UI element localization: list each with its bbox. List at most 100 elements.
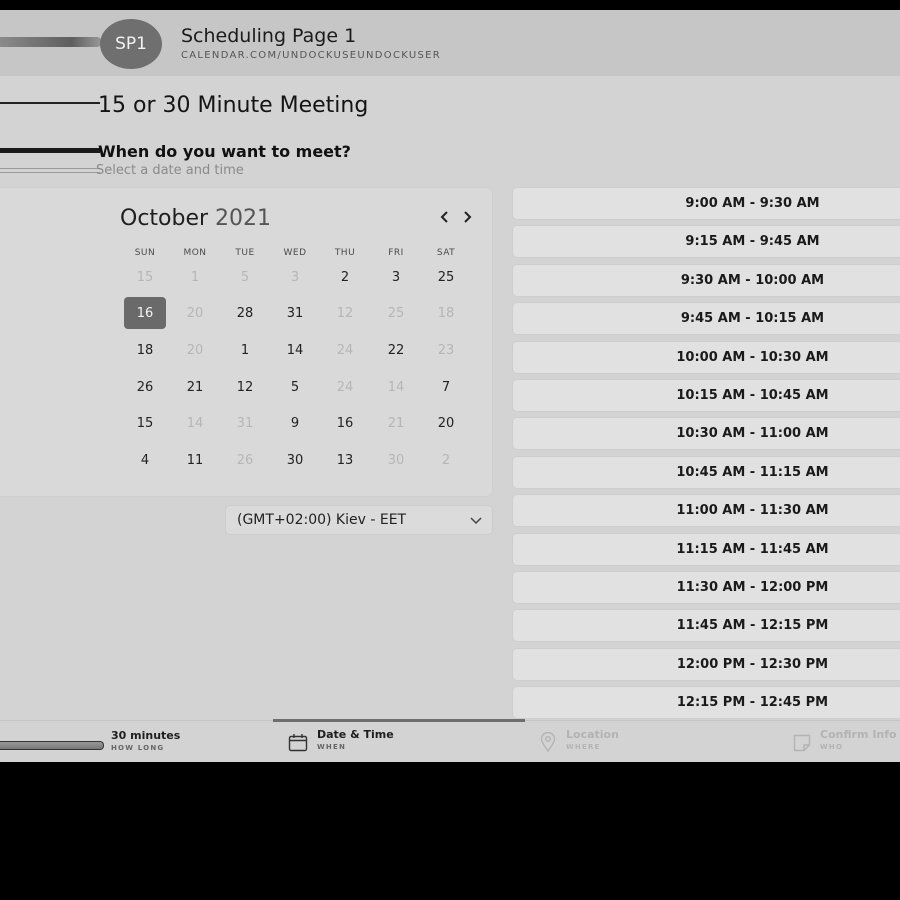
calendar-day: 25 <box>387 305 405 321</box>
time-slot-button[interactable]: 9:00 AM - 9:30 AM <box>513 188 900 219</box>
time-slot-label: 10:15 AM - 10:45 AM <box>676 388 829 403</box>
avatar: SP1 <box>100 19 162 69</box>
calendar-day[interactable]: 3 <box>375 261 417 293</box>
weekday-label: MON <box>183 248 207 258</box>
time-slot-label: 11:30 AM - 12:00 PM <box>676 580 829 595</box>
calendar-day[interactable]: 9 <box>274 407 316 439</box>
chevron-down-icon <box>470 517 482 525</box>
calendar-day[interactable]: 30 <box>274 444 316 476</box>
calendar-day[interactable]: 4 <box>124 444 166 476</box>
calendar-day[interactable]: 18 <box>124 334 166 366</box>
step-hint: Select a date and time <box>96 163 244 178</box>
time-slot-label: 10:00 AM - 10:30 AM <box>676 349 829 365</box>
step-duration[interactable]: 30 minutes HOW LONG <box>111 729 180 752</box>
hint-divider-1 <box>0 168 100 169</box>
calendar-day: 3 <box>290 269 300 285</box>
time-slot-button[interactable]: 10:15 AM - 10:45 AM <box>513 380 900 411</box>
scheduling-screen: SP1 Scheduling Page 1 CALENDAR.COM/UNDOC… <box>0 10 900 762</box>
selected-day[interactable]: 16 <box>124 297 166 329</box>
calendar-day: 23 <box>437 342 455 358</box>
calendar-day: 14 <box>387 379 405 395</box>
time-slot-label: 11:15 AM - 11:45 AM <box>676 541 829 557</box>
calendar-day[interactable]: 25 <box>425 261 467 293</box>
time-slot-label: 10:45 AM - 11:15 AM <box>676 464 829 480</box>
time-slot-label: 12:00 PM - 12:30 PM <box>676 656 829 672</box>
time-slot-button[interactable]: 11:45 AM - 12:15 PM <box>513 610 900 642</box>
calendar-day[interactable]: 16 <box>324 407 366 439</box>
calendar-day[interactable]: 15 <box>124 407 166 439</box>
calendar-day: 14 <box>186 415 204 431</box>
calendar-day[interactable]: 7 <box>425 371 467 403</box>
time-slot-button[interactable]: 11:15 AM - 11:45 AM <box>513 533 900 565</box>
time-slot-button[interactable]: 11:00 AM - 11:30 AM <box>513 495 900 527</box>
chevron-left-icon <box>440 211 448 223</box>
month-year-label: October 2021 <box>120 206 271 231</box>
weekday-label: FRI <box>388 248 404 258</box>
calendar-day: 20 <box>186 342 204 358</box>
time-slot-button[interactable]: 11:30 AM - 12:00 PM <box>513 572 900 603</box>
time-slot-label: 9:45 AM - 10:15 AM <box>680 311 825 327</box>
year-label: 2021 <box>215 206 272 231</box>
time-slot-button[interactable]: 10:00 AM - 10:30 AM <box>513 341 900 373</box>
hint-divider-2 <box>0 172 100 173</box>
calendar-day[interactable]: 1 <box>224 334 266 366</box>
calendar-day[interactable]: 28 <box>224 297 266 329</box>
calendar-day: 20 <box>186 305 204 321</box>
calendar-day: 15 <box>136 269 154 285</box>
step-confirm[interactable]: Confirm Info WHO <box>820 728 897 751</box>
time-slot-button[interactable]: 10:45 AM - 11:15 AM <box>513 456 900 488</box>
calendar-icon <box>288 734 308 752</box>
calendar-day[interactable]: 31 <box>274 297 316 329</box>
timezone-value: (GMT+02:00) Kiev - EET <box>237 512 407 528</box>
weekday-label: SAT <box>436 248 456 258</box>
calendar-day: 26 <box>236 452 254 468</box>
time-slot-label: 9:00 AM - 9:30 AM <box>685 196 820 211</box>
calendar-day: 5 <box>240 269 250 285</box>
calendar-day[interactable]: 13 <box>324 444 366 476</box>
prev-month-button[interactable] <box>439 209 451 229</box>
time-slot-button[interactable]: 9:30 AM - 10:00 AM <box>513 264 900 296</box>
timezone-select[interactable]: (GMT+02:00) Kiev - EET <box>226 506 492 534</box>
next-month-button[interactable] <box>461 209 473 229</box>
step-date-time[interactable]: Date & Time WHEN <box>317 728 394 751</box>
calendar-day[interactable]: 26 <box>124 371 166 403</box>
calendar-day: 1 <box>190 269 200 285</box>
calendar-day[interactable]: 21 <box>174 371 216 403</box>
calendar-day[interactable]: 12 <box>224 371 266 403</box>
duration-blur-bar <box>0 741 104 750</box>
time-slot-label: 12:15 PM - 12:45 PM <box>676 695 829 711</box>
calendar-day[interactable]: 22 <box>375 334 417 366</box>
weekday-label: THU <box>334 248 356 258</box>
calendar-day: 2 <box>441 452 451 468</box>
calendar-card: October 2021 SUN MON TUE WED THU FRI SAT 15 1 5 3… <box>0 188 492 496</box>
weekday-label: SUN <box>134 248 156 258</box>
step-question: When do you want to meet? <box>98 142 351 161</box>
time-slot-button[interactable]: 12:00 PM - 12:30 PM <box>513 648 900 680</box>
title-divider <box>0 102 100 104</box>
calendar-day[interactable]: 20 <box>425 407 467 439</box>
note-icon <box>793 734 811 752</box>
weekday-label: WED <box>283 248 307 258</box>
calendar-day[interactable]: 11 <box>174 444 216 476</box>
calendar-day[interactable]: 14 <box>274 334 316 366</box>
chevron-right-icon <box>464 211 472 223</box>
page-url[interactable]: CALENDAR.COM/UNDOCKUSEUNDOCKUSER <box>181 50 441 61</box>
calendar-day: 24 <box>336 379 354 395</box>
step-location[interactable]: Location WHERE <box>566 728 619 751</box>
step-confirm-sub: WHO <box>820 743 844 751</box>
time-slot-button[interactable]: 10:30 AM - 11:00 AM <box>513 418 900 450</box>
time-slot-button[interactable]: 12:15 PM - 12:45 PM <box>513 687 900 719</box>
calendar-day: 30 <box>387 452 405 468</box>
time-slot-button[interactable]: 9:45 AM - 10:15 AM <box>513 303 900 335</box>
time-slot-label: 11:00 AM - 11:30 AM <box>676 503 829 519</box>
calendar-day: 12 <box>336 305 354 321</box>
question-divider <box>0 148 100 153</box>
calendar-day[interactable]: 2 <box>324 261 366 293</box>
time-slot-button[interactable]: 9:15 AM - 9:45 AM <box>513 226 900 258</box>
calendar-day: 18 <box>437 305 455 321</box>
page-title: Scheduling Page 1 <box>181 25 357 47</box>
step-date-time-title: Date & Time <box>317 728 394 741</box>
step-duration-sub: HOW LONG <box>111 744 165 752</box>
steps-bar: 30 minutes HOW LONG Date & Time WHEN Loc… <box>0 719 900 762</box>
calendar-day[interactable]: 5 <box>274 371 316 403</box>
